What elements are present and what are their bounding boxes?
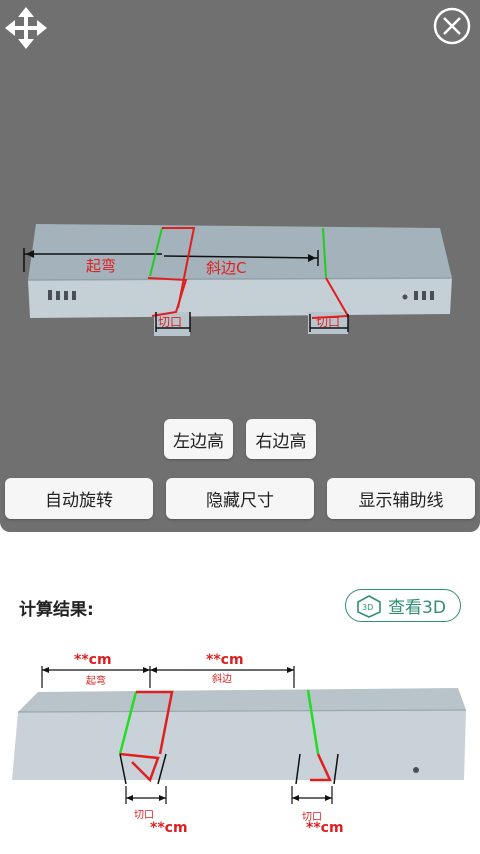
result-diagram: **cm 起弯 **cm 斜边 切口 **cm 切口 **cm (12, 652, 467, 836)
svg-text:3D: 3D (362, 603, 373, 612)
cut-left-label: 切口 (158, 315, 182, 329)
bend-label: 起弯 (86, 257, 116, 275)
close-icon[interactable] (432, 6, 472, 46)
right-height-button[interactable]: 右边高 (246, 419, 316, 459)
view-3d-label: 查看3D (388, 598, 446, 618)
cut-right-label: 切口 (316, 315, 340, 329)
cut-left-value: **cm (150, 820, 188, 836)
3d-viewer[interactable]: 起弯 斜边C 切口 切口 左边高 右边高 自动旋转 隐藏尺寸 显示辅助线 (0, 0, 480, 532)
cut-right-value: **cm (306, 820, 344, 836)
cube-3d-icon: 3D (357, 594, 381, 618)
app-root: 起弯 斜边C 切口 切口 左边高 右边高 自动旋转 隐藏尺寸 显示辅助线 计算结… (0, 0, 480, 854)
auto-rotate-button[interactable]: 自动旋转 (5, 478, 153, 519)
result-title: 计算结果: (19, 600, 94, 620)
show-guides-button[interactable]: 显示辅助线 (327, 478, 475, 519)
trough-3d-model: 起弯 斜边C 切口 切口 (23, 224, 453, 336)
bevel-label: 斜边C (206, 259, 246, 277)
bend-label: 起弯 (86, 674, 106, 687)
hide-size-button[interactable]: 隐藏尺寸 (166, 478, 314, 519)
left-height-button[interactable]: 左边高 (164, 419, 233, 459)
move-arrows-icon[interactable] (4, 6, 48, 50)
bevel-label: 斜边 (212, 672, 232, 685)
bevel-value: **cm (206, 652, 244, 668)
bend-value: **cm (74, 652, 112, 668)
view-3d-button[interactable]: 3D 查看3D (345, 589, 461, 622)
